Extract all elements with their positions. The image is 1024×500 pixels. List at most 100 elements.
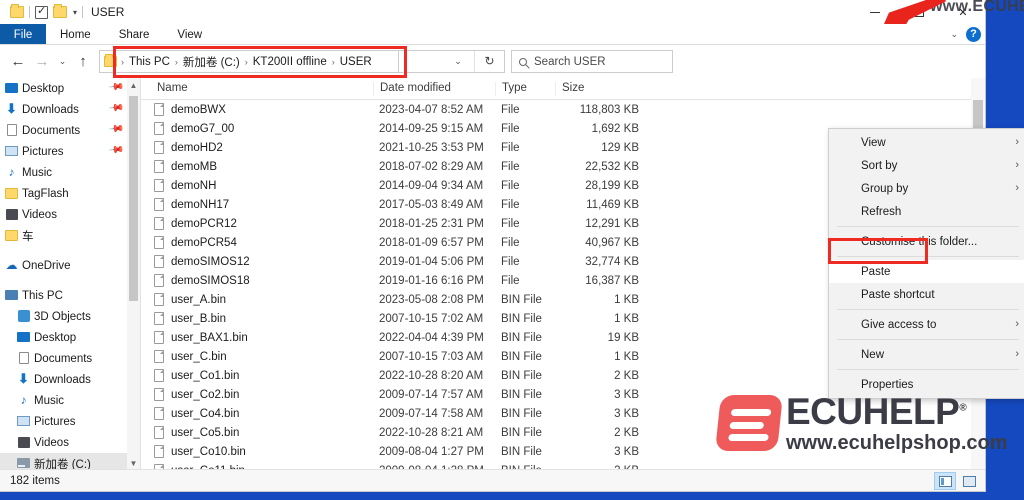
- table-row[interactable]: demoBWX 2023-04-07 8:52 AM File 118,803 KB: [141, 100, 985, 119]
- file-icon: [154, 160, 164, 173]
- file-icon: [154, 312, 164, 325]
- pin-icon[interactable]: 📌: [107, 100, 124, 116]
- context-menu-item-sort-by[interactable]: Sort by ›: [829, 154, 1024, 177]
- sidebar-item-pictures[interactable]: Pictures 📌: [0, 141, 140, 162]
- column-header-type[interactable]: Type: [495, 82, 555, 96]
- sidebar-item-pc-pictures[interactable]: Pictures: [0, 411, 140, 432]
- context-menu-item-customise-folder[interactable]: Customise this folder...: [829, 230, 1024, 253]
- file-size: 1 KB: [614, 350, 639, 363]
- file-date: 2018-01-25 2:31 PM: [379, 217, 484, 230]
- file-date: 2018-01-09 6:57 PM: [379, 236, 484, 249]
- context-menu-label: Give access to: [861, 318, 937, 331]
- file-size: 40,967 KB: [585, 236, 639, 249]
- sidebar-item-label: Desktop: [34, 331, 77, 344]
- file-icon: [154, 217, 164, 230]
- sidebar-item-videos[interactable]: Videos: [0, 204, 140, 225]
- file-icon: [154, 141, 164, 154]
- breadcrumb-item-this-pc[interactable]: This PC: [126, 56, 173, 68]
- address-dropdown-icon[interactable]: ⌄: [442, 56, 474, 67]
- pin-icon[interactable]: 📌: [107, 79, 124, 95]
- back-button[interactable]: ←: [6, 50, 30, 74]
- pin-icon[interactable]: 📌: [107, 121, 124, 137]
- file-size: 11,469 KB: [586, 198, 639, 211]
- videos-icon: [4, 207, 19, 221]
- tab-home[interactable]: Home: [46, 24, 105, 45]
- context-menu-label: Group by: [861, 182, 909, 195]
- context-menu-item-refresh[interactable]: Refresh: [829, 200, 1024, 223]
- cloud-icon: ☁: [5, 258, 18, 272]
- folder-icon: [4, 228, 19, 242]
- recent-locations-icon[interactable]: ⌄: [54, 50, 71, 74]
- scroll-up-icon[interactable]: ▲: [127, 78, 140, 93]
- sidebar-item-onedrive[interactable]: ☁ OneDrive: [0, 255, 140, 276]
- search-input[interactable]: Search USER: [511, 50, 673, 73]
- forward-button[interactable]: →: [30, 50, 54, 74]
- expand-ribbon-icon[interactable]: ⌄: [950, 29, 958, 40]
- scrollbar-thumb[interactable]: [129, 96, 138, 301]
- sidebar-item-label: Videos: [22, 208, 57, 221]
- file-type: File: [501, 198, 520, 211]
- sidebar-item-pc-documents[interactable]: Documents: [0, 348, 140, 369]
- folder-icon[interactable]: [10, 4, 24, 18]
- sidebar-item-che[interactable]: 车: [0, 225, 140, 246]
- address-bar: ← → ⌄ ↑ › This PC › 新加卷 (C:) › KT200II o…: [0, 45, 985, 78]
- context-menu-item-paste[interactable]: Paste: [829, 260, 1024, 283]
- context-menu-label: New: [861, 348, 885, 361]
- desktop-icon: [16, 330, 31, 344]
- sidebar-item-tagflash[interactable]: TagFlash: [0, 183, 140, 204]
- properties-checkbox-icon[interactable]: [35, 4, 48, 19]
- sidebar-item-this-pc[interactable]: This PC: [0, 285, 140, 306]
- file-name: user_Co2.bin: [171, 388, 240, 401]
- file-type: File: [501, 103, 520, 116]
- file-date: 2022-04-04 4:39 PM: [379, 331, 484, 344]
- breadcrumb-item-kt200ii[interactable]: KT200II offline: [250, 56, 330, 68]
- breadcrumb-item-user[interactable]: USER: [337, 56, 375, 68]
- file-name: user_A.bin: [171, 293, 226, 306]
- help-icon[interactable]: ?: [966, 27, 981, 42]
- file-name: demoG7_00: [171, 122, 235, 135]
- file-icon: [154, 198, 164, 211]
- tab-share[interactable]: Share: [105, 24, 164, 45]
- tab-view[interactable]: View: [163, 24, 216, 45]
- sidebar-item-label: OneDrive: [22, 259, 71, 272]
- large-icons-view-button[interactable]: [958, 472, 980, 490]
- sidebar-item-pc-music[interactable]: ♪ Music: [0, 390, 140, 411]
- context-menu-item-group-by[interactable]: Group by ›: [829, 177, 1024, 200]
- refresh-icon[interactable]: ↻: [474, 51, 504, 72]
- sidebar-item-pc-downloads[interactable]: ⬇ Downloads: [0, 369, 140, 390]
- sidebar-item-downloads[interactable]: ⬇ Downloads 📌: [0, 99, 140, 120]
- file-type: BIN File: [501, 331, 542, 344]
- navigation-scrollbar[interactable]: ▲ ▼: [127, 78, 140, 471]
- file-type: File: [501, 160, 520, 173]
- sidebar-item-pc-videos[interactable]: Videos: [0, 432, 140, 453]
- sidebar-item-documents[interactable]: Documents 📌: [0, 120, 140, 141]
- file-size: 12,291 KB: [585, 217, 639, 230]
- file-type: File: [501, 179, 520, 192]
- breadcrumb[interactable]: › This PC › 新加卷 (C:) › KT200II offline ›…: [99, 50, 399, 73]
- context-menu-item-view[interactable]: View ›: [829, 131, 1024, 154]
- column-header-size[interactable]: Size: [555, 82, 645, 96]
- divider: [837, 226, 1019, 227]
- pictures-icon: [4, 144, 19, 158]
- new-folder-icon[interactable]: [53, 4, 67, 18]
- documents-icon: [16, 351, 31, 365]
- context-menu-item-paste-shortcut[interactable]: Paste shortcut: [829, 283, 1024, 306]
- brand-site: www.ecuhelpshop.com: [786, 432, 1008, 454]
- context-menu-item-new[interactable]: New ›: [829, 343, 1024, 366]
- sidebar-item-desktop[interactable]: Desktop 📌: [0, 78, 140, 99]
- sidebar-item-pc-desktop[interactable]: Desktop: [0, 327, 140, 348]
- chevron-down-icon[interactable]: ▾: [73, 8, 77, 17]
- column-header-date[interactable]: Date modified: [373, 82, 495, 96]
- breadcrumb-item-drive[interactable]: 新加卷 (C:): [180, 54, 243, 70]
- watermark-text: ECUHELP® www.ecuhelpshop.com: [786, 393, 1008, 453]
- sidebar-item-3d-objects[interactable]: 3D Objects: [0, 306, 140, 327]
- file-size: 19 KB: [607, 331, 639, 344]
- context-menu-item-give-access-to[interactable]: Give access to ›: [829, 313, 1024, 336]
- pin-icon[interactable]: 📌: [107, 142, 124, 158]
- brand-name: ECUHELP®: [786, 393, 1008, 430]
- up-button[interactable]: ↑: [71, 50, 95, 74]
- sidebar-item-music[interactable]: ♪ Music: [0, 162, 140, 183]
- sidebar-item-label: Documents: [22, 124, 81, 137]
- tab-file[interactable]: File: [0, 24, 46, 45]
- details-view-button[interactable]: [934, 472, 956, 490]
